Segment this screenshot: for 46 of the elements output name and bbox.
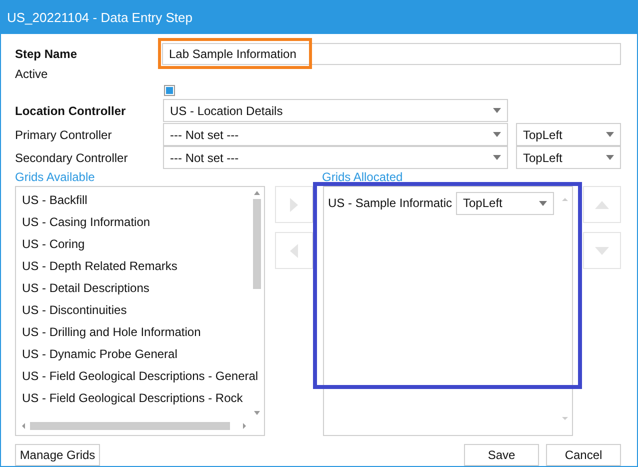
caret-icon [539,200,547,206]
grids-available-list[interactable] [15,186,265,436]
window-title: US_20221104 - Data Entry Step [1,1,637,34]
caret-icon [493,132,501,137]
controller-dropdown[interactable]: --- Not set --- [163,146,508,169]
list-item[interactable]: US - Dynamic Probe General [20,345,264,367]
list-item[interactable]: US - Backfill [20,191,264,213]
remove-button[interactable] [275,232,313,269]
up-arrow-icon [594,200,610,210]
position-dropdown[interactable]: TopLeft [516,146,621,169]
list-item[interactable]: US - Casing Information [20,213,264,235]
grids-allocated-list[interactable]: US - Sample Informatic TopLeft [323,186,573,436]
down-arrow-icon [594,246,610,256]
active-checkbox[interactable] [164,84,175,96]
field-label: Step Name [15,47,78,61]
list-item[interactable]: US - Drilling and Hole Information [20,323,264,345]
list-item[interactable]: US - Detail Descriptions [20,279,264,301]
position-dropdown[interactable]: TopLeft [516,123,621,146]
caret-icon [606,155,614,160]
list-item[interactable]: US - Depth Related Remarks [20,257,264,279]
move-up-button[interactable] [583,186,621,223]
field-label: Location Controller [15,104,127,118]
position-dropdown[interactable]: TopLeft [456,192,554,214]
save-button[interactable]: Save [464,444,539,466]
list-item[interactable]: US - Coring [20,235,264,257]
list-item[interactable]: US - Discontinuities [20,301,264,323]
manage-grids-button[interactable]: Manage Grids [15,444,100,466]
location-dropdown[interactable]: US - Location Details [163,99,508,122]
field-label: Active [15,67,49,81]
cancel-button[interactable]: Cancel [546,444,621,466]
caret-icon [493,108,501,113]
list-item[interactable]: US - Field Geological Descriptions - Rock [20,389,264,411]
left-arrow-icon [289,242,299,258]
list-item[interactable]: US - Field Geological Descriptions - General [20,367,264,389]
step-name-field[interactable]: Lab Sample Information [162,43,621,65]
move-down-button[interactable] [583,232,621,269]
caret-icon [493,155,501,160]
section-label: Grids Allocated [322,170,403,184]
add-button[interactable] [275,186,313,223]
controller-dropdown[interactable]: --- Not set --- [163,123,508,146]
right-arrow-icon [289,196,299,212]
field-label: Secondary Controller [15,150,129,164]
section-label: Grids Available [15,170,96,184]
caret-icon [606,132,614,137]
field-label: Primary Controller [15,128,113,142]
list-item[interactable]: US - Sample Informatic [328,196,456,210]
